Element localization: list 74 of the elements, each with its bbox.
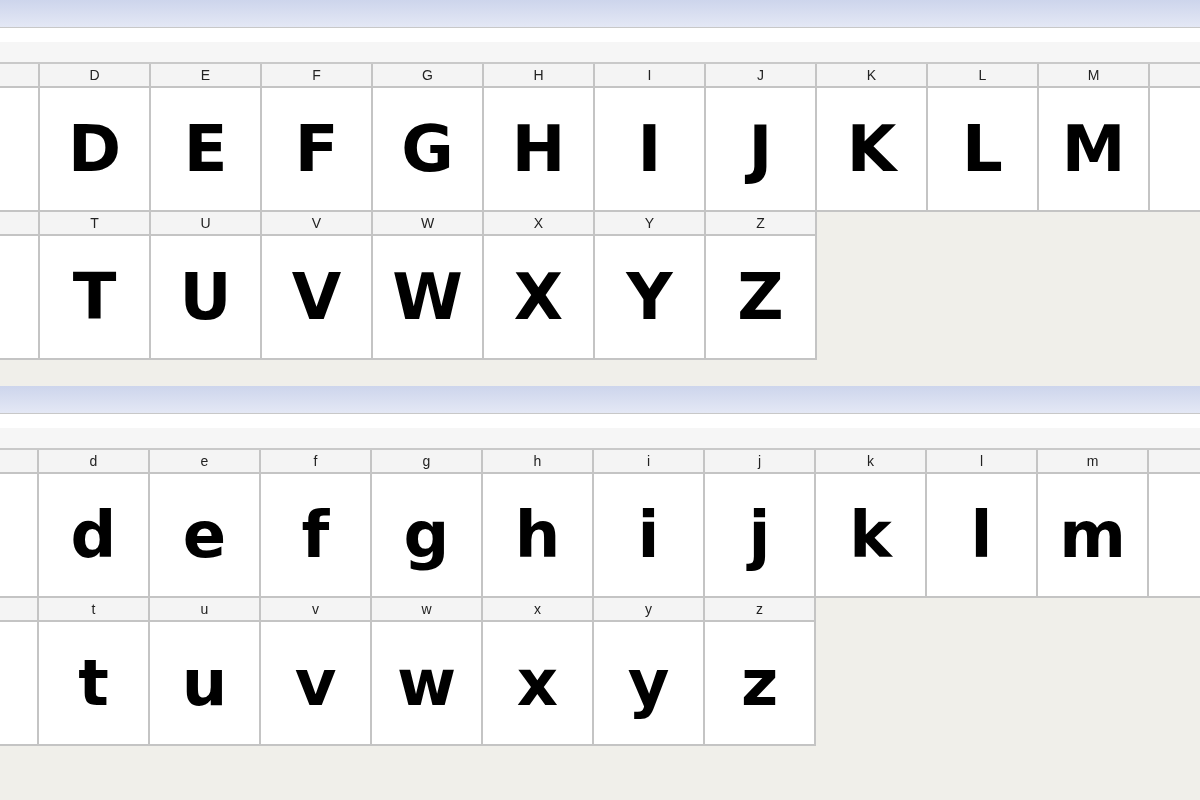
glyph-cell: y [594,622,705,746]
glyph-cell: L [928,88,1039,212]
glyph-cell: j [705,474,816,598]
glyph-cell: t [39,622,150,746]
glyph-cell: I [595,88,706,212]
glyph-cell: h [483,474,594,598]
column-header: F [262,64,373,88]
column-header: j [705,450,816,474]
column-header [0,450,39,474]
glyph-cell: e [150,474,261,598]
glyph-cell: k [816,474,927,598]
column-header [0,598,39,622]
column-header: E [151,64,262,88]
column-header: U [151,212,262,236]
glyph-cell: z [705,622,816,746]
column-header: D [40,64,151,88]
glyph-cell: V [262,236,373,360]
glyph-cell: w [372,622,483,746]
column-header: V [262,212,373,236]
glyph-cell: E [151,88,262,212]
glyph-cell: v [261,622,372,746]
column-header: G [373,64,484,88]
column-header: t [39,598,150,622]
column-header: u [150,598,261,622]
column-header: Z [706,212,817,236]
column-header: l [927,450,1038,474]
column-header: X [484,212,595,236]
column-header: v [261,598,372,622]
column-header: d [39,450,150,474]
column-header: T [40,212,151,236]
glyph-cell: U [151,236,262,360]
column-header: K [817,64,928,88]
glyph-cell: X [484,236,595,360]
glyph-cell: Z [706,236,817,360]
glyph-cell: d [39,474,150,598]
column-header [0,212,40,236]
glyph-cell: x [483,622,594,746]
glyph-cell: M [1039,88,1150,212]
glyph-cell: H [484,88,595,212]
column-header: e [150,450,261,474]
column-header: I [595,64,706,88]
glyph-cell: f [261,474,372,598]
column-header: k [816,450,927,474]
column-header: g [372,450,483,474]
column-header: z [705,598,816,622]
column-header: m [1038,450,1149,474]
glyph-cell: g [372,474,483,598]
glyph-cell: W [373,236,484,360]
column-header [1149,450,1200,474]
column-header: M [1039,64,1150,88]
column-header: L [928,64,1039,88]
glyph-cell: i [594,474,705,598]
column-header: x [483,598,594,622]
column-header: W [373,212,484,236]
column-header [0,64,40,88]
column-header: i [594,450,705,474]
column-header: H [484,64,595,88]
column-header: h [483,450,594,474]
glyph-cell: Y [595,236,706,360]
column-header: f [261,450,372,474]
glyph-cell: J [706,88,817,212]
glyph-cell: T [40,236,151,360]
glyph-cell: D [40,88,151,212]
column-header: J [706,64,817,88]
glyph-cell: l [927,474,1038,598]
column-header: Y [595,212,706,236]
column-header: y [594,598,705,622]
glyph-cell: m [1038,474,1149,598]
glyph-cell: F [262,88,373,212]
glyph-cell: K [817,88,928,212]
glyph-cell: G [373,88,484,212]
glyph-cell: u [150,622,261,746]
column-header [1150,64,1200,88]
column-header: w [372,598,483,622]
